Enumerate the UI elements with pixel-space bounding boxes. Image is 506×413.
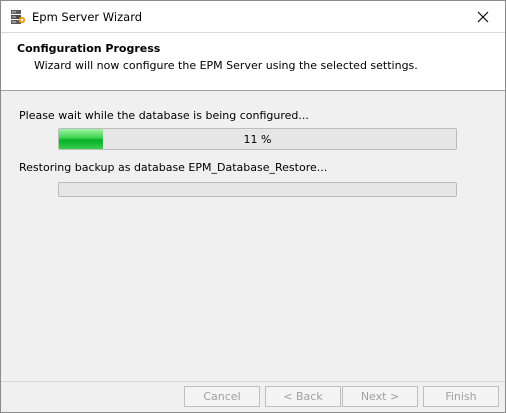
footer-divider — [1, 381, 505, 382]
wizard-header: Configuration Progress Wizard will now c… — [1, 32, 505, 91]
finish-button[interactable]: Finish — [423, 386, 499, 407]
database-progress-bar: 11 % — [58, 128, 457, 150]
close-button[interactable] — [461, 1, 505, 32]
back-button[interactable]: < Back — [265, 386, 341, 407]
title-bar: Epm Server Wizard — [1, 1, 505, 32]
close-icon — [477, 11, 489, 22]
database-progress-percent: 11 % — [243, 132, 272, 146]
next-button[interactable]: Next > — [342, 386, 418, 407]
wizard-window: Epm Server Wizard Configuration Progress… — [0, 0, 506, 413]
window-title: Epm Server Wizard — [32, 10, 143, 24]
cancel-button[interactable]: Cancel — [184, 386, 260, 407]
restore-progress-bar — [58, 182, 457, 197]
page-subtitle: Wizard will now configure the EPM Server… — [34, 59, 418, 72]
restore-status-label: Restoring backup as database EPM_Databas… — [19, 161, 328, 174]
database-status-label: Please wait while the database is being … — [19, 109, 309, 122]
server-icon — [10, 9, 26, 25]
page-title: Configuration Progress — [17, 42, 161, 55]
